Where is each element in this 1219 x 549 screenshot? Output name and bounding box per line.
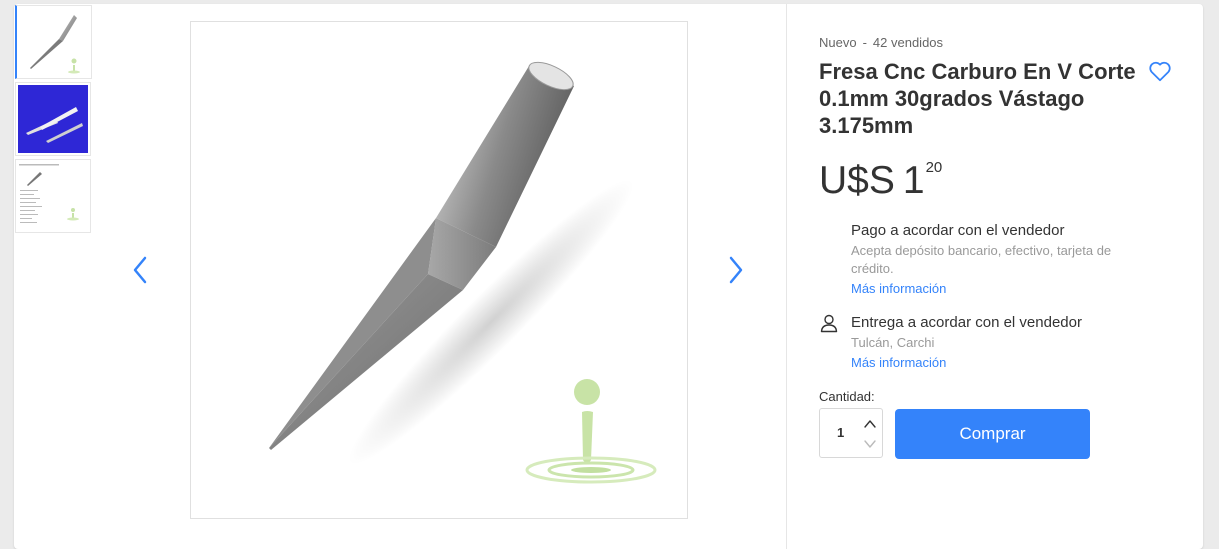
price-cents: 20 xyxy=(925,159,943,176)
main-product-image[interactable] xyxy=(190,21,688,519)
chevron-left-icon xyxy=(133,256,147,284)
sold-count: 42 vendidos xyxy=(872,35,944,50)
product-card: Nuevo -42 vendidos Fresa Cnc Carburo En V… xyxy=(14,4,1203,549)
payment-info: Pago a acordar con el vendedor Acepta de… xyxy=(851,221,1151,298)
bits-on-blue-thumbnail-image xyxy=(18,85,88,153)
price: U$S 120 xyxy=(819,158,942,204)
condition-label: Nuevo xyxy=(819,35,857,50)
spec-sheet-thumbnail-image xyxy=(19,164,79,223)
chevron-down-icon[interactable] xyxy=(862,437,878,451)
image-gallery xyxy=(14,4,786,549)
favorite-button[interactable] xyxy=(1147,58,1173,84)
thumbnail-list xyxy=(15,5,92,236)
shipping-location: Tulcán, Carchi xyxy=(851,335,935,350)
engraving-bit-image xyxy=(269,61,657,484)
payment-description: Acepta depósito bancario, efectivo, tarj… xyxy=(851,243,1112,276)
engraving-bit-thumbnail-image xyxy=(30,15,80,74)
buy-button[interactable]: Comprar xyxy=(895,409,1090,459)
person-icon xyxy=(820,314,838,333)
thumbnail-2[interactable] xyxy=(15,82,91,156)
subtitle-separator: - xyxy=(862,35,867,50)
chevron-up-icon[interactable] xyxy=(862,417,878,431)
previous-image-button[interactable] xyxy=(125,250,155,290)
heart-outline-icon xyxy=(1149,61,1171,82)
column-divider xyxy=(786,4,787,549)
payment-more-info-link[interactable]: Más información xyxy=(851,280,946,298)
payment-title: Pago a acordar con el vendedor xyxy=(851,222,1065,239)
shipping-title: Entrega a acordar con el vendedor xyxy=(851,314,1082,331)
thumbnail-3[interactable] xyxy=(15,159,91,233)
price-currency: U$S xyxy=(819,159,895,202)
shipping-info: Entrega a acordar con el vendedor Tulcán… xyxy=(851,313,1151,372)
product-subtitle: Nuevo -42 vendidos xyxy=(819,35,943,50)
next-image-button[interactable] xyxy=(721,250,751,290)
price-amount: 1 xyxy=(902,159,925,202)
quantity-stepper[interactable]: 1 xyxy=(819,408,883,458)
thumbnail-1[interactable] xyxy=(15,5,92,79)
quantity-label: Cantidad: xyxy=(819,389,875,404)
quantity-value: 1 xyxy=(837,425,845,440)
product-title: Fresa Cnc Carburo En V Corte 0.1mm 30gra… xyxy=(819,59,1136,138)
chevron-right-icon xyxy=(729,256,743,284)
shipping-more-info-link[interactable]: Más información xyxy=(851,354,946,372)
